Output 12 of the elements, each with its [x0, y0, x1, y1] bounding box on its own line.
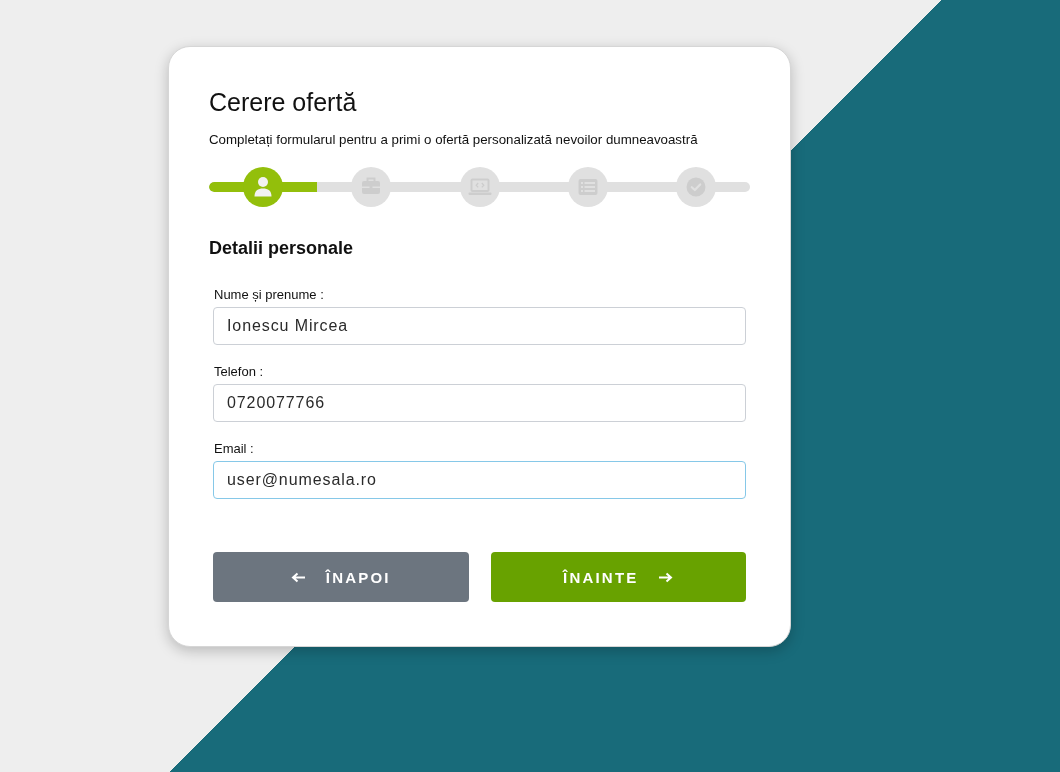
- field-label: Telefon :: [214, 364, 264, 380]
- form-subtitle: Completați formularul pentru a primi o ofertă personalizată nevoilor dumneavoastră: [209, 131, 699, 149]
- input-field[interactable]: 0720077766: [213, 384, 746, 422]
- arrow-left-icon: [290, 571, 306, 583]
- back-button[interactable]: ÎNAPOI: [213, 552, 469, 602]
- input-field[interactable]: Ionescu Mircea: [213, 307, 746, 345]
- input-field[interactable]: user@numesala.ro: [213, 461, 746, 499]
- arrow-right-icon: [658, 571, 674, 583]
- form-title: Cerere ofertă: [209, 87, 358, 117]
- field-label: Email :: [214, 441, 254, 457]
- field-label: Nume și prenume :: [214, 287, 324, 303]
- section-title: Detalii personale: [209, 237, 355, 259]
